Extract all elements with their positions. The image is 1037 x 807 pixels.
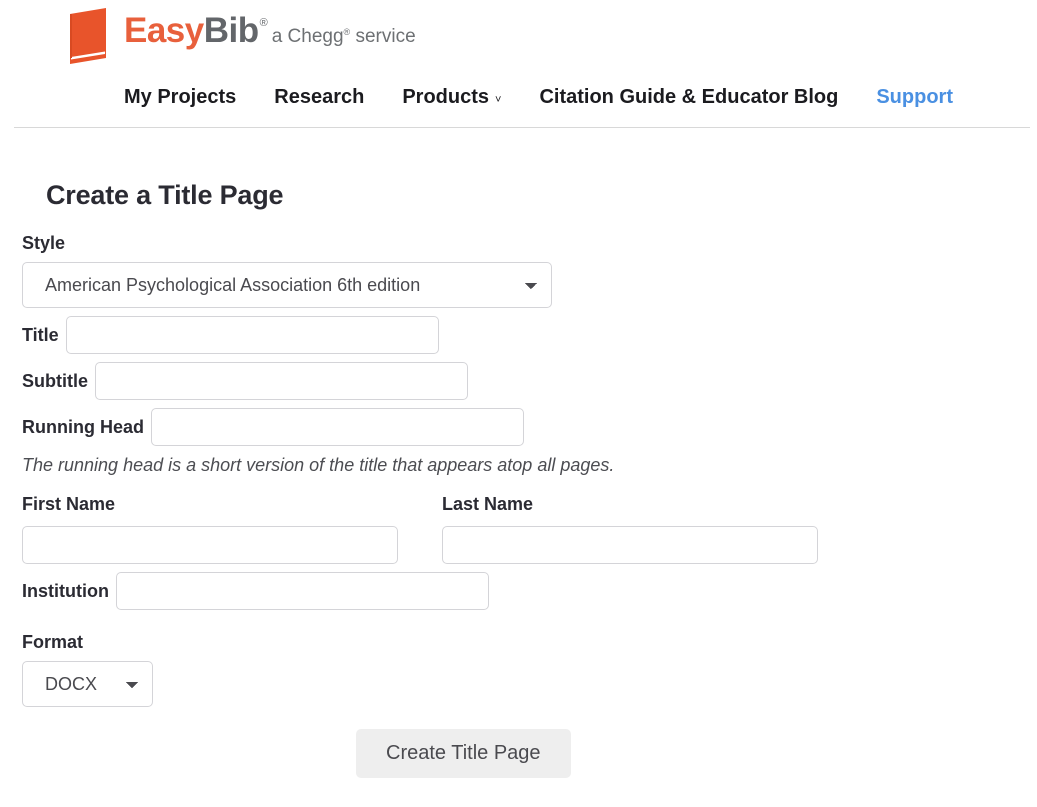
first-name-input[interactable]: [22, 526, 398, 564]
registered-mark: ®: [259, 17, 268, 29]
nav-label-citation-guide: Citation Guide & Educator Blog: [539, 85, 839, 108]
style-label: Style: [22, 233, 66, 253]
format-label: Format: [22, 632, 84, 652]
header-divider: [14, 127, 1030, 128]
subtitle-input[interactable]: [95, 362, 468, 400]
nav-item-my-projects[interactable]: My Projects: [124, 86, 236, 109]
title-label: Title: [22, 324, 59, 345]
nav-item-citation-guide-educator-blog[interactable]: Citation Guide & Educator Blog: [539, 86, 838, 109]
subtitle-field-row: Subtitle: [22, 362, 1037, 400]
nav-item-products[interactable]: Products ˅: [402, 86, 501, 109]
last-name-label: Last Name: [442, 494, 534, 514]
last-name-input[interactable]: [442, 526, 818, 564]
title-page-form: Create a Title Page Style American Psych…: [0, 180, 1037, 778]
last-name-field: Last Name: [442, 494, 818, 564]
nav-item-research[interactable]: Research: [274, 86, 364, 109]
title-input[interactable]: [65, 316, 439, 354]
book-icon: [62, 8, 114, 64]
logo-wordmark: EasyBib®: [124, 11, 268, 50]
nav-label-my-projects: My Projects: [124, 85, 237, 108]
subtitle-label: Subtitle: [22, 370, 88, 391]
nav-label-support: Support: [876, 85, 953, 108]
logo-tagline: a Chegg® service: [272, 26, 416, 47]
institution-label: Institution: [22, 580, 109, 601]
style-select[interactable]: American Psychological Association 6th e…: [22, 262, 552, 308]
first-name-field: First Name: [22, 494, 398, 564]
logo-word-bib: Bib: [203, 11, 259, 50]
nav-label-research: Research: [274, 85, 365, 108]
page-title: Create a Title Page: [46, 180, 284, 210]
logo-word-easy: Easy: [124, 11, 204, 50]
running-head-hint: The running head is a short version of t…: [22, 455, 615, 475]
tagline-before: a Chegg: [271, 26, 344, 47]
running-head-label: Running Head: [22, 416, 144, 437]
format-select[interactable]: DOCX: [22, 661, 153, 707]
name-fields-row: First Name Last Name: [22, 494, 1037, 564]
submit-row: Create Title Page: [22, 729, 1037, 778]
tagline-after: service: [350, 26, 416, 47]
main-navigation: My Projects Research Products ˅ Citation …: [62, 76, 1037, 118]
create-title-page-button[interactable]: Create Title Page: [356, 729, 571, 778]
site-header: EasyBib® a Chegg® service My Projects Re…: [0, 0, 1037, 118]
institution-field-row: Institution: [22, 572, 1037, 610]
running-head-field-row: Running Head: [22, 408, 1037, 446]
nav-label-products: Products: [402, 85, 490, 108]
institution-input[interactable]: [115, 572, 489, 610]
running-head-input[interactable]: [151, 408, 524, 446]
logo[interactable]: EasyBib® a Chegg® service: [62, 4, 1037, 70]
title-field-row: Title: [22, 316, 1037, 354]
first-name-label: First Name: [22, 494, 116, 514]
nav-item-support[interactable]: Support: [876, 86, 953, 109]
logo-text: EasyBib® a Chegg® service: [124, 5, 416, 49]
chevron-down-icon: ˅: [495, 93, 502, 106]
